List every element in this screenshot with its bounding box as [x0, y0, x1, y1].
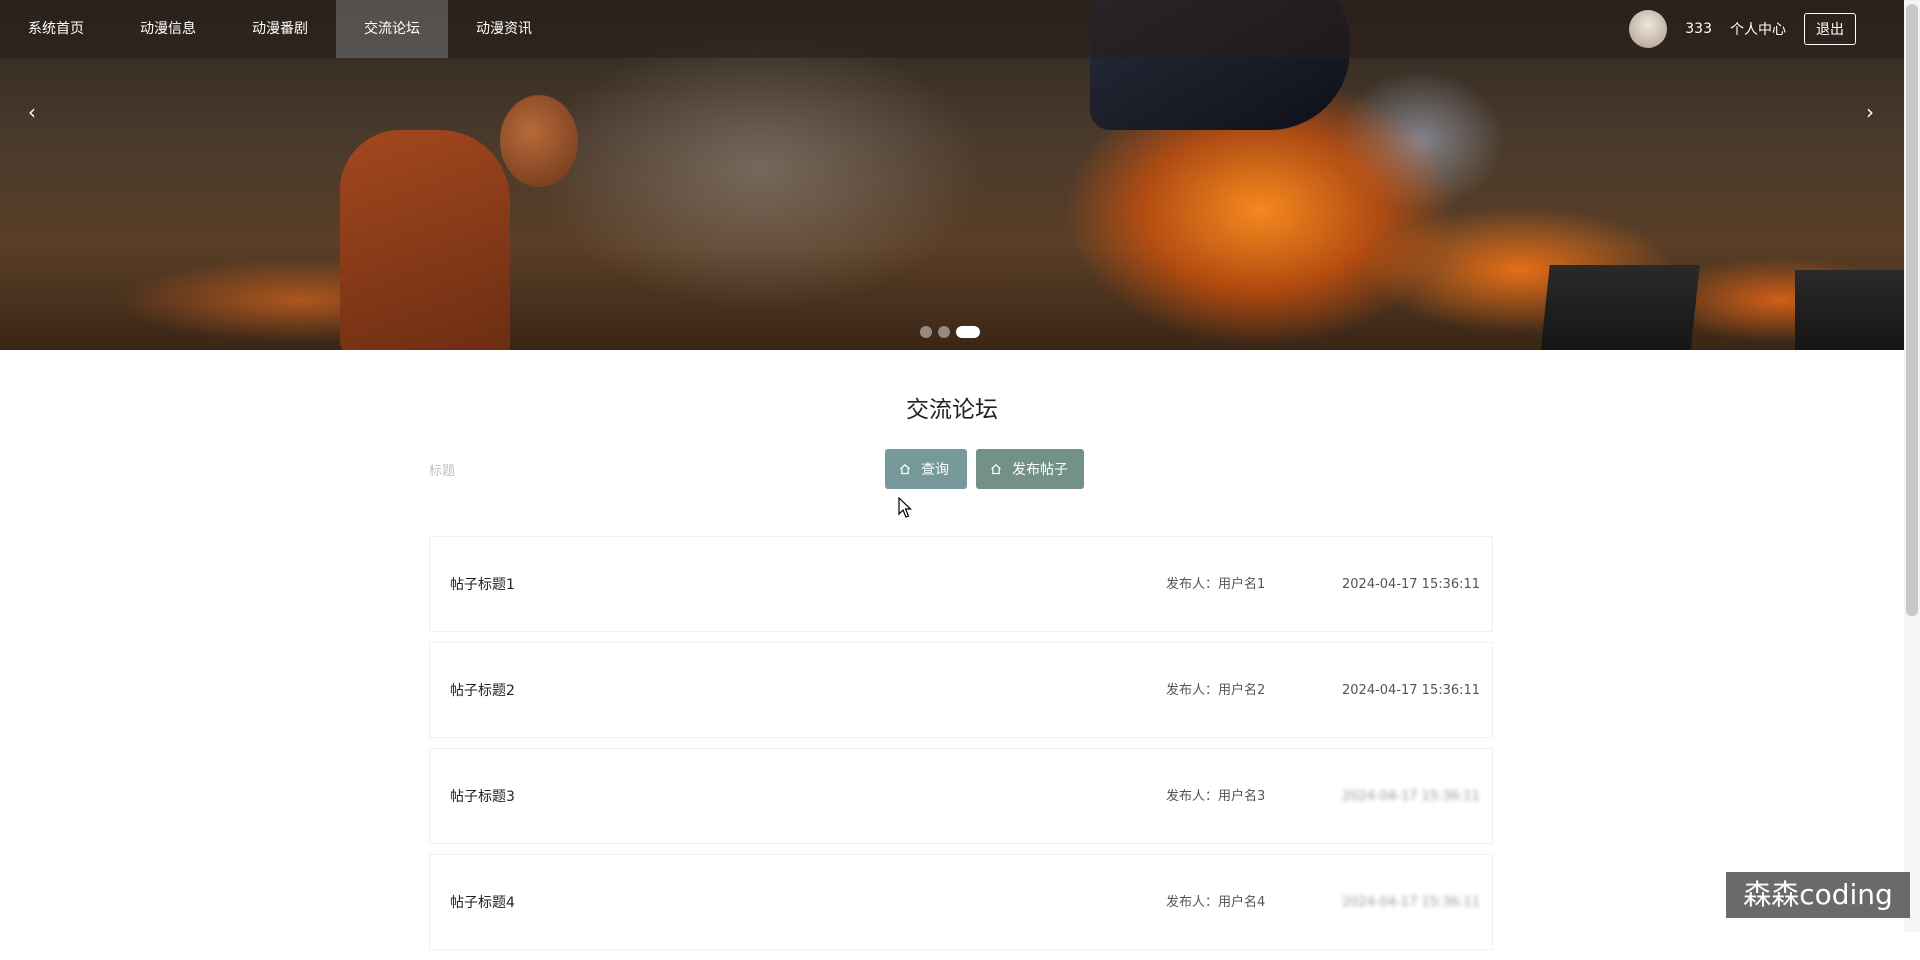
watermark: 森森coding [1726, 872, 1910, 918]
search-label: 标题 [429, 464, 456, 479]
post-time: 2024-04-17 15:36:11 [1342, 577, 1481, 592]
logout-button[interactable]: 退出 [1804, 13, 1856, 45]
post-row[interactable]: 帖子标题1 发布人：用户名1 2024-04-17 15:36:11 [429, 536, 1493, 632]
post-title[interactable]: 帖子标题3 [450, 749, 515, 845]
carousel-next-arrow[interactable]: › [1858, 100, 1882, 124]
search-input[interactable] [466, 448, 880, 488]
post-author-label: 发布人： [1166, 895, 1219, 910]
banner-figure-head [500, 95, 578, 187]
user-area: 333 个人中心 退出 [1629, 0, 1856, 58]
query-button[interactable]: 查询 [885, 449, 967, 489]
post-author-name: 用户名2 [1218, 683, 1266, 698]
nav-item-home[interactable]: 系统首页 [0, 0, 112, 58]
post-author-name: 用户名3 [1218, 789, 1266, 804]
nav-item-anime-series[interactable]: 动漫番剧 [224, 0, 336, 58]
post-list: 帖子标题1 发布人：用户名1 2024-04-17 15:36:11 帖子标题2… [429, 536, 1493, 960]
carousel-dot-1[interactable] [920, 326, 932, 338]
nav-item-forum[interactable]: 交流论坛 [336, 0, 448, 58]
carousel-prev-arrow[interactable]: ‹ [20, 100, 44, 124]
nav-item-anime-news[interactable]: 动漫资讯 [448, 0, 560, 58]
post-title[interactable]: 帖子标题1 [450, 537, 515, 633]
post-title[interactable]: 帖子标题4 [450, 855, 515, 951]
avatar[interactable] [1629, 10, 1668, 48]
post-title[interactable]: 帖子标题2 [450, 643, 515, 739]
post-row[interactable]: 帖子标题2 发布人：用户名2 2024-04-17 15:36:11 [429, 642, 1493, 738]
user-name: 333 [1685, 21, 1712, 37]
post-author: 发布人：用户名3 [1166, 749, 1265, 845]
banner-crate-2 [1795, 270, 1904, 350]
scrollbar-thumb[interactable] [1906, 4, 1918, 616]
post-row[interactable]: 帖子标题4 发布人：用户名4 2024-04-17 15:36:11 [429, 854, 1493, 950]
post-time: 2024-04-17 15:36:11 [1342, 895, 1481, 910]
query-button-label: 查询 [921, 462, 949, 478]
nav-item-anime-info[interactable]: 动漫信息 [112, 0, 224, 58]
post-author: 发布人：用户名4 [1166, 855, 1265, 951]
post-author-name: 用户名1 [1218, 577, 1266, 592]
banner-figure [340, 130, 510, 350]
profile-link[interactable]: 个人中心 [1730, 19, 1786, 39]
post-time: 2024-04-17 15:36:11 [1342, 683, 1481, 698]
home-icon [900, 463, 910, 475]
post-author-label: 发布人： [1166, 683, 1219, 698]
create-post-button-label: 发布帖子 [1012, 462, 1068, 478]
post-row[interactable]: 帖子标题3 发布人：用户名3 2024-04-17 15:36:11 [429, 748, 1493, 844]
post-author: 发布人：用户名1 [1166, 537, 1265, 633]
carousel-dot-3[interactable] [956, 326, 980, 338]
mouse-cursor-icon [898, 497, 912, 518]
page-title: 交流论坛 [906, 397, 998, 423]
post-author-label: 发布人： [1166, 789, 1219, 804]
carousel-indicators [920, 326, 980, 338]
post-author: 发布人：用户名2 [1166, 643, 1265, 739]
home-icon [991, 463, 1001, 475]
post-author-label: 发布人： [1166, 577, 1219, 592]
carousel-dot-2[interactable] [938, 326, 950, 338]
post-time: 2024-04-17 15:36:11 [1342, 789, 1481, 804]
create-post-button[interactable]: 发布帖子 [976, 449, 1084, 489]
post-author-name: 用户名4 [1218, 895, 1266, 910]
top-navigation: 系统首页 动漫信息 动漫番剧 交流论坛 动漫资讯 333 个人中心 退出 [0, 0, 1904, 58]
banner-crate [1540, 265, 1700, 350]
